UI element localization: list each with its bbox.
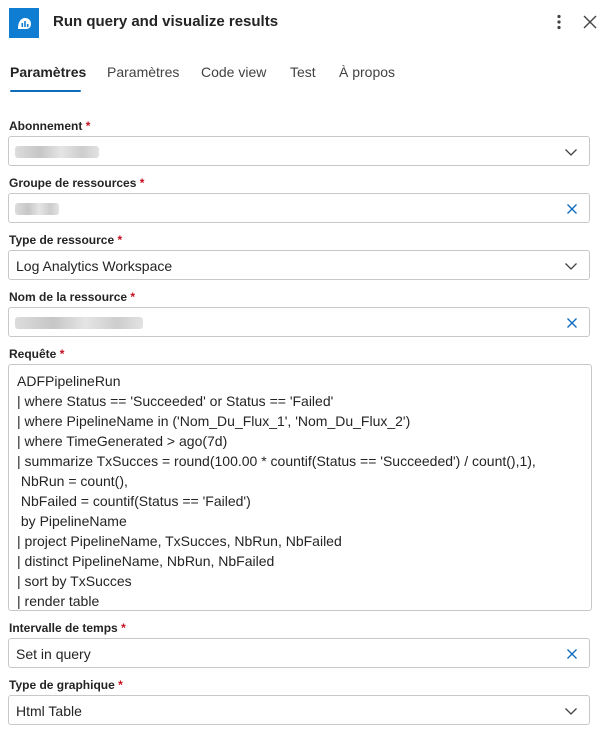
chevron-down-icon[interactable]: [563, 144, 579, 160]
chevron-down-icon[interactable]: [563, 703, 579, 719]
chart-type-value: Html Table: [16, 703, 82, 719]
resource-group-label: Groupe de ressources *: [9, 176, 145, 190]
chevron-down-icon[interactable]: [563, 258, 579, 274]
active-tab-indicator: [10, 90, 81, 92]
query-line: | distinct PipelineName, NbRun, NbFailed: [17, 553, 275, 569]
clear-icon[interactable]: [565, 202, 579, 216]
time-range-dropdown[interactable]: Set in query: [8, 638, 590, 668]
tab-parametres[interactable]: Paramètres: [107, 64, 179, 80]
time-range-value: Set in query: [16, 646, 91, 662]
resource-name-dropdown[interactable]: [8, 307, 590, 337]
subscription-label: Abonnement *: [9, 119, 91, 133]
tab-a-propos[interactable]: À propos: [339, 64, 395, 80]
query-line: | where PipelineName in ('Nom_Du_Flux_1'…: [17, 413, 411, 429]
redacted-value: [15, 203, 59, 215]
tab-code-view[interactable]: Code view: [201, 64, 266, 80]
panel-title: Run query and visualize results: [53, 13, 279, 30]
more-options-icon[interactable]: [551, 10, 567, 34]
query-textarea[interactable]: ADFPipelineRun | where Status == 'Succee…: [8, 364, 592, 611]
tab-parametres-active[interactable]: Paramètres: [10, 64, 86, 80]
close-icon[interactable]: [579, 10, 601, 34]
query-line: NbFailed = countif(Status == 'Failed'): [17, 493, 251, 509]
panel-header: Run query and visualize results: [0, 0, 602, 46]
query-line: | project PipelineName, TxSucces, NbRun,…: [17, 533, 342, 549]
query-line: | render table: [17, 593, 100, 609]
tab-bar: Paramètres Paramètres Code view Test À p…: [0, 56, 602, 96]
analytics-icon: [9, 8, 39, 38]
query-label: Requête *: [9, 347, 65, 361]
query-line: by PipelineName: [17, 513, 127, 529]
tab-test[interactable]: Test: [290, 64, 316, 80]
resource-name-label: Nom de la ressource *: [9, 290, 136, 304]
clear-icon[interactable]: [565, 647, 579, 661]
chart-type-dropdown[interactable]: Html Table: [8, 695, 590, 725]
time-range-label: Intervalle de temps *: [9, 621, 126, 635]
redacted-value: [15, 317, 143, 329]
resource-type-value: Log Analytics Workspace: [16, 258, 173, 274]
query-line: | where TimeGenerated > ago(7d): [17, 433, 228, 449]
query-line: ADFPipelineRun: [17, 373, 121, 389]
resource-type-dropdown[interactable]: Log Analytics Workspace: [8, 250, 590, 280]
query-line: NbRun = count(),: [17, 473, 128, 489]
query-line: | where Status == 'Succeeded' or Status …: [17, 393, 334, 409]
query-line: | sort by TxSucces: [17, 573, 132, 589]
subscription-dropdown[interactable]: [8, 136, 590, 166]
query-line: | summarize TxSucces = round(100.00 * co…: [17, 453, 536, 469]
resource-type-label: Type de ressource *: [9, 233, 123, 247]
clear-icon[interactable]: [565, 316, 579, 330]
resource-group-dropdown[interactable]: [8, 193, 590, 223]
chart-type-label: Type de graphique *: [9, 678, 123, 692]
redacted-value: [15, 146, 99, 158]
